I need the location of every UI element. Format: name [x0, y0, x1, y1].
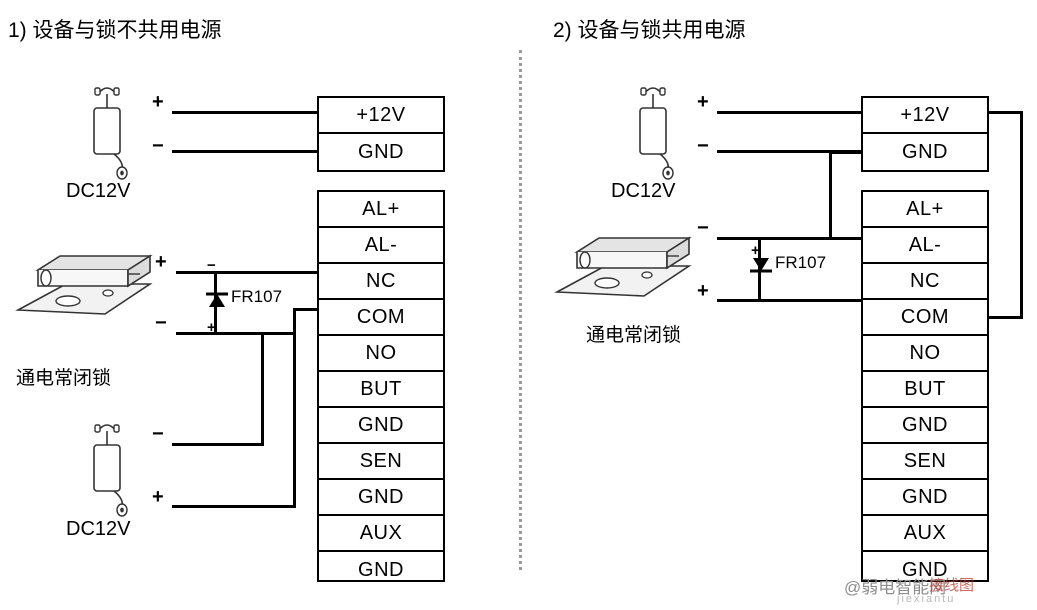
wire-lock-com [176, 332, 296, 335]
terminal-row[interactable]: GND [863, 134, 987, 170]
minus-sign: − [697, 217, 709, 239]
diode-icon [206, 292, 228, 307]
electric-lock-icon [15, 254, 153, 315]
diode-icon [750, 258, 772, 273]
terminal-row[interactable]: GND [863, 408, 987, 444]
plus-sign: + [697, 91, 709, 113]
plus-sign: + [697, 280, 709, 302]
watermark-red-text: 接线图 [929, 577, 975, 594]
diode-anode-sign: + [751, 242, 760, 259]
wire-shared-gnd-vertical [829, 151, 832, 239]
wire-lock-plus [717, 299, 861, 302]
terminal-row[interactable]: AUX [863, 516, 987, 552]
terminal-row[interactable]: AUX [319, 516, 443, 552]
wire-bottom-plus-vertical [293, 335, 296, 507]
terminal-row[interactable]: COM [863, 300, 987, 336]
diode-label: FR107 [231, 287, 283, 306]
panel-1-main-terminal-block: AL+ AL- NC COM NO BUT GND SEN GND AUX GN… [317, 190, 445, 582]
terminal-row[interactable]: BUT [863, 372, 987, 408]
terminal-row[interactable]: SEN [863, 444, 987, 480]
terminal-row[interactable]: GND [863, 480, 987, 516]
dc-adapter-top-label: DC12V [611, 180, 676, 202]
panel-2-main-terminal-block: AL+ AL- NC COM NO BUT GND SEN GND AUX GN… [861, 190, 989, 582]
terminal-row[interactable]: AL- [863, 228, 987, 264]
terminal-row[interactable]: AL- [319, 228, 443, 264]
wire-lock-minus [717, 237, 861, 240]
terminal-row[interactable]: SEN [319, 444, 443, 480]
dc-adapter-bottom-label: DC12V [66, 518, 131, 540]
wire-bottom-minus-vertical [261, 334, 264, 445]
terminal-row[interactable]: NC [319, 264, 443, 300]
terminal-row[interactable]: BUT [319, 372, 443, 408]
terminal-row[interactable]: AL+ [863, 192, 987, 228]
terminal-row[interactable]: +12V [319, 98, 443, 134]
panel-divider [519, 50, 522, 570]
watermark-sub-text: jiexiantu [897, 593, 956, 605]
dc-adapter-icon [639, 87, 674, 180]
lock-label: 通电常闭锁 [16, 368, 112, 389]
plus-sign: + [152, 91, 164, 113]
wire-12v-loop-vertical [1020, 111, 1023, 318]
terminal-row[interactable]: GND [319, 134, 443, 170]
plus-sign: + [152, 486, 164, 508]
wire-com-into-block [293, 308, 319, 311]
terminal-row[interactable]: +12V [863, 98, 987, 134]
wire-bottom-minus [172, 443, 264, 446]
terminal-row[interactable]: AL+ [319, 192, 443, 228]
wire-12v-loop-top [987, 111, 1023, 114]
wire-bottom-plus [172, 505, 296, 508]
minus-sign: − [697, 135, 709, 157]
terminal-row[interactable]: NO [319, 336, 443, 372]
plus-sign: + [155, 251, 167, 273]
panel-1-title: 1) 设备与锁不共用电源 [8, 19, 222, 42]
terminal-row[interactable]: GND [319, 552, 443, 588]
wire-plus12v [172, 111, 317, 114]
lock-label: 通电常闭锁 [586, 325, 682, 346]
wire-plus12v [717, 111, 861, 114]
minus-sign: − [152, 423, 164, 445]
diode-cathode-sign: − [207, 257, 216, 274]
minus-sign: − [152, 135, 164, 157]
panel-2-title: 2) 设备与锁共用电源 [553, 19, 746, 42]
terminal-row[interactable]: GND [319, 480, 443, 516]
panel-2-power-terminal-block: +12V GND [861, 96, 989, 172]
minus-sign: − [155, 312, 167, 334]
terminal-row[interactable]: NC [863, 264, 987, 300]
terminal-row[interactable]: COM [319, 300, 443, 336]
dc-adapter-top-label: DC12V [66, 180, 131, 202]
diode-anode-sign: + [207, 319, 216, 336]
wire-lock-nc [176, 271, 317, 274]
dc-adapter-icon [93, 424, 128, 517]
panel-1-power-terminal-block: +12V GND [317, 96, 445, 172]
wire-vertical-com [293, 308, 296, 335]
electric-lock-icon [554, 236, 692, 297]
terminal-row[interactable]: GND [319, 408, 443, 444]
wire-shared-gnd-tap [829, 151, 863, 154]
wire-12v-loop-to-com [987, 316, 1023, 319]
diode-label: FR107 [775, 253, 827, 272]
dc-adapter-icon [93, 87, 128, 180]
wire-gnd [172, 150, 317, 153]
terminal-row[interactable]: NO [863, 336, 987, 372]
